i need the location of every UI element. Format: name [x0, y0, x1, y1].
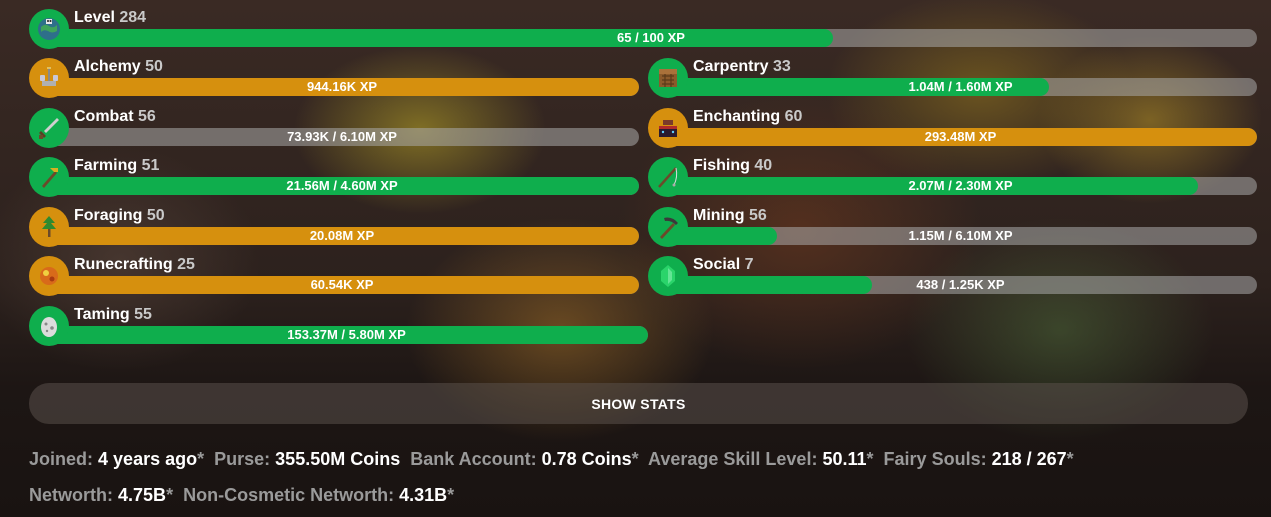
xp-text: 20.08M XP: [309, 228, 375, 243]
stat-average-skill-level: Average Skill Level: 50.11*: [648, 449, 874, 469]
stat-non-cosmetic-networth: Non-Cosmetic Networth: 4.31B*: [183, 485, 455, 505]
xp-text: 73.93K / 6.10M XP: [287, 129, 397, 144]
skill-name: Taming 55: [74, 306, 152, 323]
skill-carpentry[interactable]: 1.04M / 1.60M XP Carpentry 33: [648, 58, 1257, 98]
stat-purse: Purse: 355.50M Coins: [214, 449, 401, 469]
skill-level-number: 25: [177, 256, 195, 273]
xp-text: 65 / 100 XP: [617, 30, 685, 45]
fishing-rod-icon: [648, 157, 688, 197]
progress-bar: 153.37M / 5.80M XP: [45, 326, 648, 344]
skill-level-number: 284: [119, 9, 147, 26]
profile-stats-line-2: Networth: 4.75B* Non-Cosmetic Networth: …: [29, 485, 459, 506]
skill-name: Runecrafting 25: [74, 256, 195, 273]
skill-name: Enchanting 60: [693, 108, 803, 125]
globe-icon: [29, 9, 69, 49]
skill-runecrafting[interactable]: 60.54K XP Runecrafting 25: [29, 256, 639, 296]
progress-bar: 65 / 100 XP: [45, 29, 1257, 47]
skill-level-number: 50: [145, 58, 163, 75]
progress-bar: 20.08M XP: [45, 227, 639, 245]
progress-bar: 73.93K / 6.10M XP: [45, 128, 639, 146]
progress-bar: 293.48M XP: [664, 128, 1257, 146]
stat-networth: Networth: 4.75B*: [29, 485, 174, 505]
skill-level-number: 50: [146, 207, 165, 224]
progress-bar: 944.16K XP: [45, 78, 639, 96]
xp-text: 438 / 1.25K XP: [916, 277, 1005, 292]
skill-name: Social 7: [693, 256, 754, 273]
skill-name: Foraging 50: [74, 207, 165, 224]
profile-stats-line-1: Joined: 4 years ago* Purse: 355.50M Coin…: [29, 449, 1079, 470]
skill-combat[interactable]: 73.93K / 6.10M XP Combat 56: [29, 108, 639, 148]
brewing-stand-icon: [29, 58, 69, 98]
hoe-icon: [29, 157, 69, 197]
skill-name: Combat 56: [74, 108, 156, 125]
skill-social[interactable]: 438 / 1.25K XP Social 7: [648, 256, 1257, 296]
enchanting-table-icon: [648, 108, 688, 148]
pickaxe-icon: [648, 207, 688, 247]
progress-bar: 60.54K XP: [45, 276, 639, 294]
progress-bar: 2.07M / 2.30M XP: [664, 177, 1257, 195]
crafting-table-icon: [648, 58, 688, 98]
xp-text: 60.54K XP: [310, 277, 374, 292]
stat-joined: Joined: 4 years ago*: [29, 449, 205, 469]
stat-bank-account: Bank Account: 0.78 Coins*: [410, 449, 639, 469]
skill-level-number: 60: [784, 108, 803, 125]
skill-farming[interactable]: 21.56M / 4.60M XP Farming 51: [29, 157, 639, 197]
progress-bar: 21.56M / 4.60M XP: [45, 177, 639, 195]
skill-level-number: 33: [773, 58, 791, 75]
skill-level[interactable]: 65 / 100 XP Level 284: [29, 9, 1257, 49]
skill-mining[interactable]: 1.15M / 6.10M XP Mining 56: [648, 207, 1257, 247]
skill-taming[interactable]: 153.37M / 5.80M XP Taming 55: [29, 306, 648, 346]
progress-bar: 438 / 1.25K XP: [664, 276, 1257, 294]
xp-text: 293.48M XP: [924, 129, 997, 144]
skill-fishing[interactable]: 2.07M / 2.30M XP Fishing 40: [648, 157, 1257, 197]
skill-name: Farming 51: [74, 157, 160, 174]
show-stats-button[interactable]: SHOW STATS: [29, 383, 1248, 424]
xp-text: 2.07M / 2.30M XP: [908, 178, 1013, 193]
emerald-icon: [648, 256, 688, 296]
skill-name: Fishing 40: [693, 157, 773, 174]
xp-text: 944.16K XP: [306, 79, 378, 94]
magma-cream-icon: [29, 256, 69, 296]
xp-text: 1.04M / 1.60M XP: [908, 79, 1013, 94]
xp-text: 153.37M / 5.80M XP: [287, 327, 406, 342]
skill-enchanting[interactable]: 293.48M XP Enchanting 60: [648, 108, 1257, 148]
skill-level-number: 7: [744, 256, 754, 273]
sword-icon: [29, 108, 69, 148]
skill-level-number: 55: [134, 306, 152, 323]
progress-bar: 1.15M / 6.10M XP: [664, 227, 1257, 245]
xp-text: 21.56M / 4.60M XP: [286, 178, 398, 193]
skill-level-number: 56: [138, 108, 156, 125]
skill-foraging[interactable]: 20.08M XP Foraging 50: [29, 207, 639, 247]
spawn-egg-icon: [29, 306, 69, 346]
skill-name: Carpentry 33: [693, 58, 791, 75]
skill-level-number: 40: [754, 157, 773, 174]
progress-bar: 1.04M / 1.60M XP: [664, 78, 1257, 96]
skill-level-number: 51: [141, 157, 160, 174]
stat-fairy-souls: Fairy Souls: 218 / 267*: [883, 449, 1074, 469]
skill-name: Alchemy 50: [74, 58, 163, 75]
xp-text: 1.15M / 6.10M XP: [908, 228, 1013, 243]
sapling-icon: [29, 207, 69, 247]
skill-name: Mining 56: [693, 207, 767, 224]
skill-level-number: 56: [749, 207, 767, 224]
skill-alchemy[interactable]: 944.16K XP Alchemy 50: [29, 58, 639, 98]
skill-name: Level 284: [74, 9, 147, 26]
